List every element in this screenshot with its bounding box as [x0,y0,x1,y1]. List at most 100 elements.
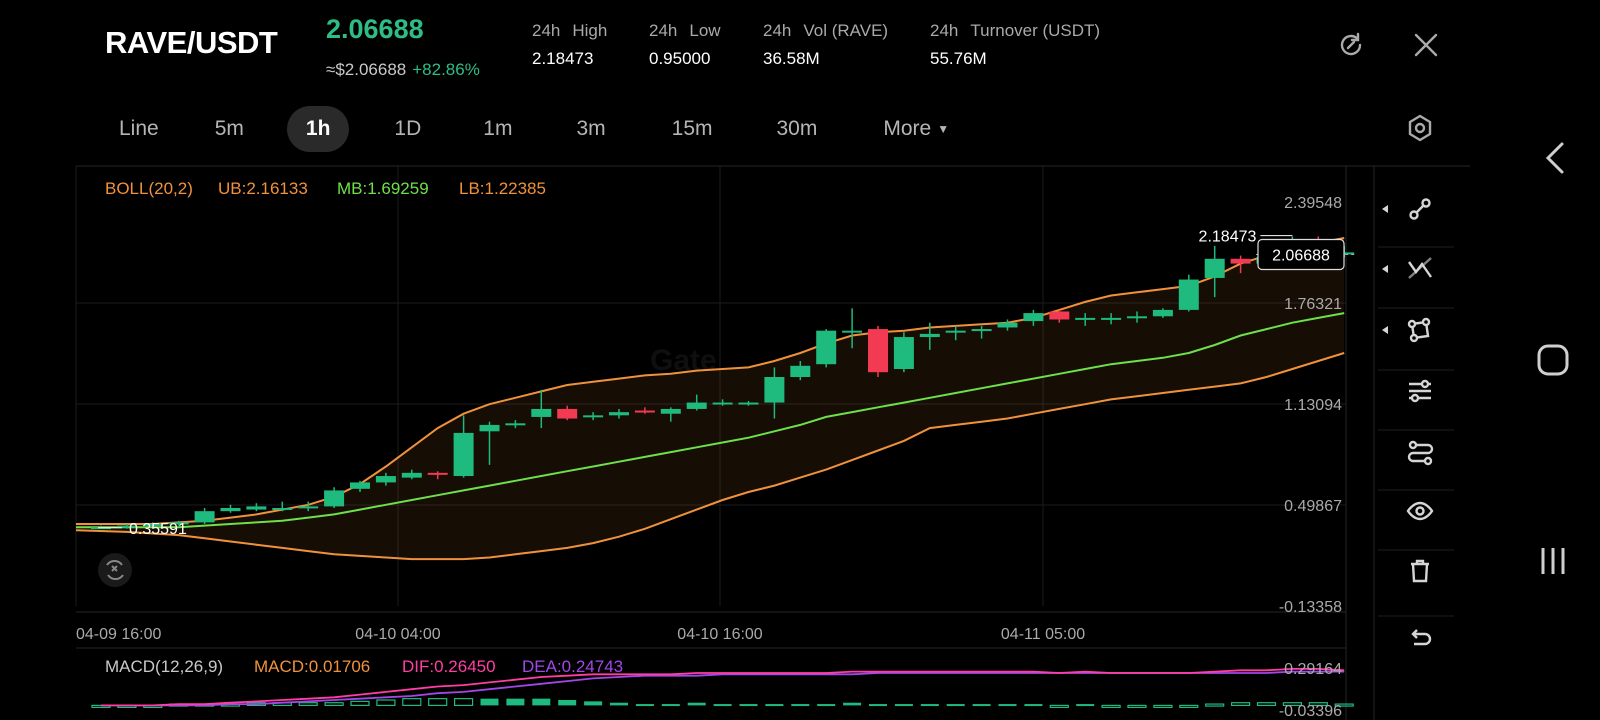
macd-hist-bar [480,698,499,706]
candle [246,503,267,512]
candle-body [971,329,992,332]
macd-hist-bar [713,704,732,707]
candle-body [1101,317,1122,320]
macd-hist-bar [402,698,422,707]
macd-hist-bar [817,704,836,707]
macd-hist-bar [869,704,887,707]
high-marker-label: 2.18473 [1199,229,1257,246]
time-tick-label: 04-09 16:00 [76,626,162,643]
candle-body [298,506,319,509]
macd-hist-bar [1049,704,1069,709]
time-tick-label: 04-10 04:00 [355,626,441,643]
line-tool-icon [1409,198,1431,220]
macd-hist-bar [532,698,551,706]
channel-icon [1407,440,1434,466]
candle-body [1049,311,1070,320]
candle-body [842,330,863,333]
fib-tool[interactable] [1378,367,1462,415]
candle-body [790,365,811,377]
candle-body [1127,316,1147,319]
candle-body [375,476,396,483]
macd-hist-bar [610,702,628,706]
candle [1178,274,1199,312]
price-tick-label: 1.13094 [1284,397,1342,414]
candle-body [401,472,422,478]
price-tick-label: -0.13358 [1279,599,1342,616]
macd-hist-bar [1230,702,1251,707]
candle [324,487,345,508]
macd-hist-bar [1153,704,1173,709]
macd-hist-bar [739,704,758,707]
candle-body [919,333,940,338]
undo-button[interactable] [1378,615,1462,663]
macd-hist-bar [791,704,810,707]
macd-hist-bar [946,704,965,707]
macd-value: MACD:0.01706 [254,657,370,676]
candle [816,329,837,368]
boll-band [75,237,1345,561]
candle-body [246,506,267,510]
macd-hist-bar [765,704,784,707]
recents-nav-icon[interactable] [1538,546,1568,576]
candle [194,507,215,524]
boll-label: BOLL(20,2) [105,179,193,198]
expand-arrow-icon [1382,205,1388,213]
candle-body [1204,258,1225,278]
price-tick-label: 0.49867 [1284,498,1342,515]
low-marker-label: 0.35591 [129,521,187,538]
macd-hist-bar [661,704,680,707]
expand-arrow-icon [1382,326,1388,334]
boll-band-fill [76,238,1345,560]
macd-hist-bar [324,702,344,707]
drawing-toolbar [1378,185,1462,720]
trendline-tool[interactable] [1378,185,1462,233]
candle-body [634,410,655,413]
macd-hist-bar [1024,704,1043,707]
macd-hist-bar [558,700,577,706]
shape-tool[interactable] [1378,306,1462,354]
macd-hist-bar [972,704,991,707]
macd-hist-bar [506,698,525,706]
candle-body [1230,258,1251,264]
price-tick-label: 2.39548 [1284,195,1342,212]
zigzag-icon [1408,257,1432,279]
macd-hist-bar [1076,704,1095,707]
candle-body [1152,309,1173,317]
fibonacci-icon [1409,379,1431,403]
macd-dea: DEA:0.24743 [522,657,623,676]
macd-dif: DIF:0.26450 [402,657,496,676]
macd-hist-bar [584,701,603,706]
time-tick-label: 04-11 05:00 [1001,626,1085,643]
candle-body [505,423,526,426]
candle-body [686,402,707,409]
macd-label: MACD(12,26,9) [105,657,223,676]
macd-hist-bar [298,702,318,707]
visibility-toggle[interactable] [1378,487,1462,535]
home-nav-icon[interactable] [1536,343,1570,377]
channel-tool[interactable] [1378,427,1462,475]
candle-body [350,482,370,489]
macd-hist-bar [376,699,396,707]
candle-body [893,337,914,370]
undo-icon [1411,629,1432,646]
back-nav-icon[interactable] [1540,141,1570,175]
candle-body [738,402,759,405]
candle-body [272,507,293,510]
candle-body [557,408,578,419]
candle [220,504,241,513]
candle-body [220,507,241,512]
delete-drawings-button[interactable] [1378,547,1462,595]
macd-hist-bar [843,702,862,706]
candlestick-chart[interactable]: Gate 2.184730.355912.06688 2.395481.7632… [0,0,1480,720]
macd-hist-bar [998,704,1017,707]
candle-body [194,511,215,523]
trash-icon [1411,559,1429,583]
candle-body [764,376,785,403]
ray-tool[interactable] [1378,245,1462,293]
candle-body [324,490,345,507]
macd-hist-bar [1205,703,1225,707]
macd-hist-bar [635,704,654,707]
reset-view-button[interactable] [98,553,132,587]
macd-hist-bar [687,702,706,706]
candle [893,332,914,373]
